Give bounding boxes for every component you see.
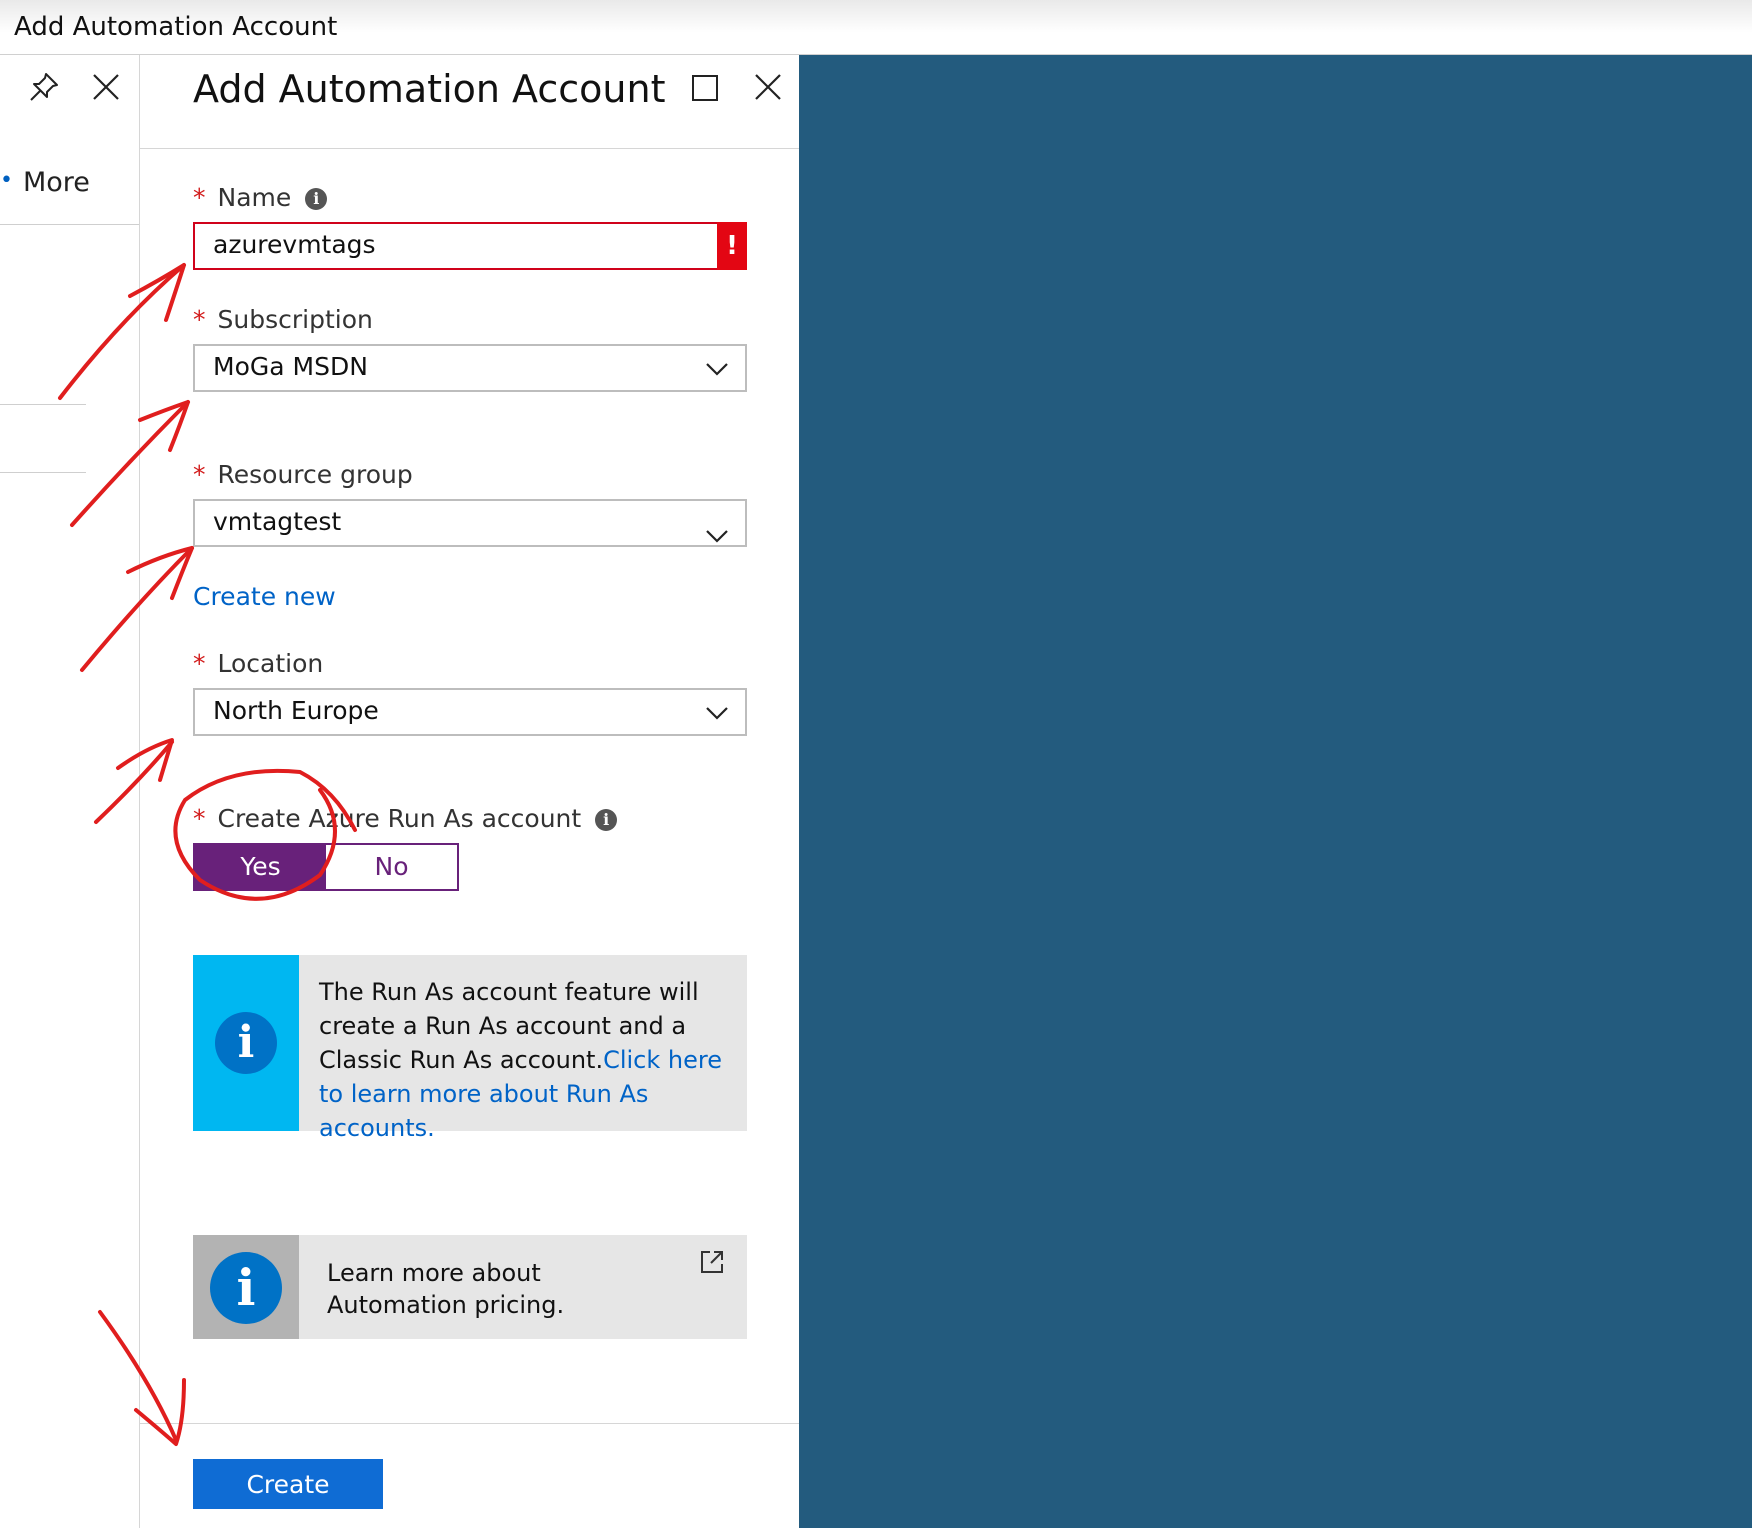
required-marker: * bbox=[193, 305, 206, 334]
run-as-label: * Create Azure Run As account i bbox=[193, 804, 618, 833]
create-new-link[interactable]: Create new bbox=[193, 582, 336, 611]
close-icon[interactable] bbox=[90, 71, 122, 103]
subscription-value: MoGa MSDN bbox=[213, 352, 368, 381]
location-value: North Europe bbox=[213, 696, 379, 725]
run-as-no-option[interactable]: No bbox=[326, 845, 457, 889]
bullet-icon: • bbox=[0, 168, 13, 193]
info-strip: i bbox=[193, 1235, 299, 1339]
pricing-info-text: Learn more about Automation pricing. bbox=[327, 1259, 565, 1319]
run-as-info-text: The Run As account feature will create a… bbox=[319, 978, 722, 1142]
location-label: * Location bbox=[193, 649, 324, 678]
resource-group-select[interactable]: vmtagtest bbox=[193, 499, 747, 547]
title-bar: Add Automation Account bbox=[0, 0, 1752, 55]
blade-header: Add Automation Account bbox=[140, 55, 799, 149]
add-automation-account-blade: Add Automation Account * Name i azurevmtag… bbox=[140, 55, 799, 1528]
more-label: More bbox=[22, 167, 90, 198]
run-as-info-panel: i The Run As account feature will create… bbox=[193, 955, 747, 1142]
name-value: azurevmtags bbox=[213, 230, 376, 259]
location-select[interactable]: North Europe bbox=[193, 688, 747, 736]
window-title: Add Automation Account bbox=[14, 12, 338, 42]
required-marker: * bbox=[193, 649, 206, 678]
divider bbox=[0, 472, 86, 473]
info-strip: i bbox=[193, 955, 299, 1131]
resource-group-value: vmtagtest bbox=[213, 507, 342, 536]
blade-title: Add Automation Account bbox=[193, 67, 666, 111]
more-menu-item[interactable]: • More bbox=[0, 167, 90, 198]
footer-divider bbox=[140, 1423, 799, 1424]
external-link-icon bbox=[701, 1251, 723, 1273]
previous-blade: • More bbox=[0, 55, 140, 1528]
run-as-toggle: Yes No bbox=[193, 843, 459, 891]
pricing-info-panel[interactable]: i Learn more about Automation pricing. bbox=[193, 1235, 747, 1339]
create-button[interactable]: Create bbox=[193, 1459, 383, 1509]
info-icon[interactable]: i bbox=[595, 809, 618, 831]
error-icon: ! bbox=[717, 222, 747, 270]
info-icon: i bbox=[215, 1012, 277, 1074]
chevron-down-icon bbox=[706, 363, 728, 376]
close-icon[interactable] bbox=[752, 71, 784, 103]
name-label: * Name i bbox=[193, 183, 328, 212]
subscription-label: * Subscription bbox=[193, 305, 373, 334]
name-input[interactable]: azurevmtags ! bbox=[193, 222, 747, 270]
resource-group-label: * Resource group bbox=[193, 460, 413, 489]
divider bbox=[0, 404, 86, 405]
subscription-select[interactable]: MoGa MSDN bbox=[193, 344, 747, 392]
required-marker: * bbox=[193, 183, 206, 212]
required-marker: * bbox=[193, 804, 206, 833]
required-marker: * bbox=[193, 460, 206, 489]
info-icon[interactable]: i bbox=[305, 188, 328, 210]
portal-background bbox=[799, 55, 1752, 1528]
info-icon: i bbox=[210, 1252, 282, 1324]
divider bbox=[0, 224, 139, 225]
maximize-icon[interactable] bbox=[691, 74, 719, 102]
chevron-down-icon bbox=[706, 530, 728, 543]
run-as-yes-option[interactable]: Yes bbox=[195, 845, 326, 889]
pin-icon[interactable] bbox=[28, 71, 60, 103]
chevron-down-icon bbox=[706, 707, 728, 720]
